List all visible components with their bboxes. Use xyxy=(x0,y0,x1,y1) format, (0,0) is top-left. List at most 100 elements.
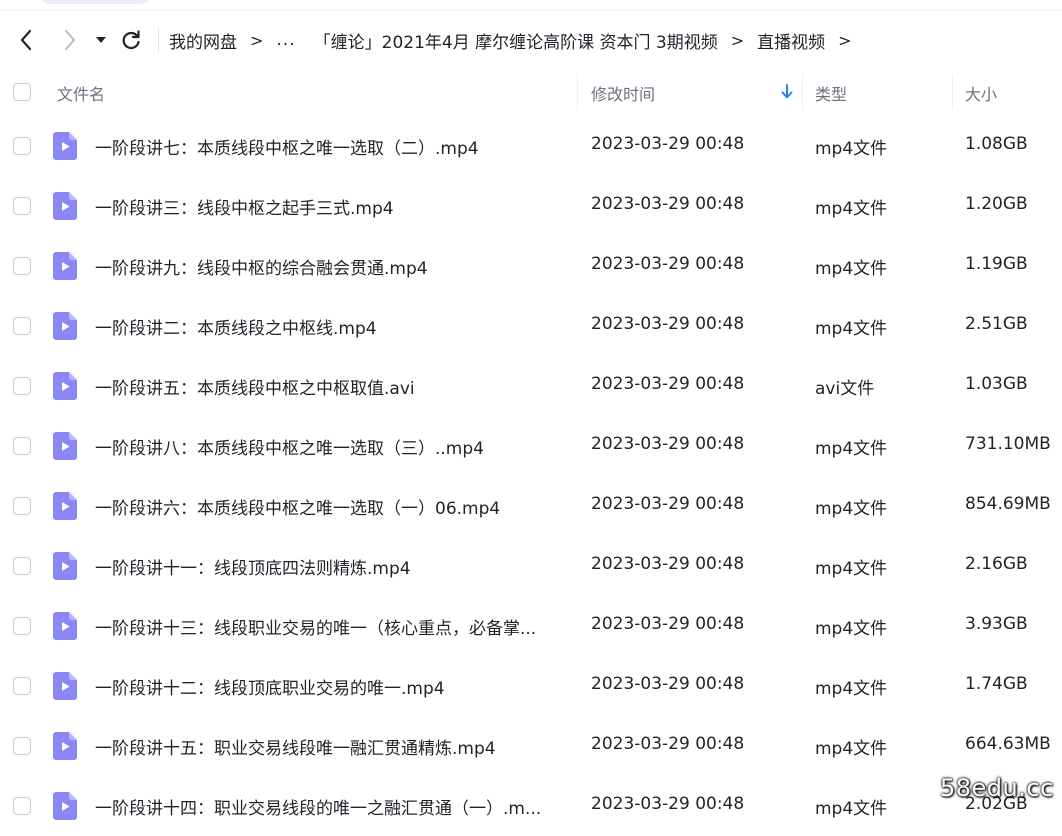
file-type: mp4文件 xyxy=(815,679,888,699)
video-file-icon xyxy=(53,492,77,520)
file-type: mp4文件 xyxy=(815,139,888,159)
watermark: 58edu.cc xyxy=(940,774,1054,802)
video-file-icon xyxy=(53,612,77,640)
file-modified-time: 2023-03-29 00:48 xyxy=(591,494,745,514)
breadcrumb-root[interactable]: 我的网盘 xyxy=(169,28,237,53)
file-name[interactable]: 一阶段讲十三：线段职业交易的唯一（核心重点，必备掌... xyxy=(95,614,565,639)
column-header-modified[interactable]: 修改时间 xyxy=(591,81,655,105)
row-checkbox[interactable] xyxy=(13,257,31,275)
row-checkbox[interactable] xyxy=(13,677,31,695)
tab-remnant xyxy=(40,0,150,4)
column-header-name[interactable]: 文件名 xyxy=(57,81,105,105)
column-header-type[interactable]: 类型 xyxy=(815,81,847,105)
file-name[interactable]: 一阶段讲十五：职业交易线段唯一融汇贯通精炼.mp4 xyxy=(95,734,565,759)
nav-divider xyxy=(158,27,159,53)
breadcrumb: 我的网盘 > ... 「缠论」2021年4月 摩尔缠论高阶课 资本门 3期视频 … xyxy=(169,28,865,53)
file-modified-time: 2023-03-29 00:48 xyxy=(591,254,745,274)
row-checkbox[interactable] xyxy=(13,377,31,395)
row-checkbox[interactable] xyxy=(13,557,31,575)
file-modified-time: 2023-03-29 00:48 xyxy=(591,614,745,634)
file-size: 1.03GB xyxy=(965,374,1028,394)
forward-button[interactable] xyxy=(50,20,90,60)
breadcrumb-current[interactable]: 直播视频 xyxy=(757,28,825,53)
file-size: 731.10MB xyxy=(965,434,1051,454)
row-checkbox[interactable] xyxy=(13,437,31,455)
file-modified-time: 2023-03-29 00:48 xyxy=(591,734,745,754)
file-type: avi文件 xyxy=(815,379,875,399)
file-name[interactable]: 一阶段讲五：本质线段中枢之中枢取值.avi xyxy=(95,374,565,399)
row-checkbox[interactable] xyxy=(13,197,31,215)
video-file-icon xyxy=(53,132,77,160)
file-row[interactable]: 一阶段讲十二：线段顶底职业交易的唯一.mp4 2023-03-29 00:48 mp… xyxy=(0,656,1062,716)
history-dropdown-button[interactable] xyxy=(88,20,114,60)
file-modified-time: 2023-03-29 00:48 xyxy=(591,134,745,154)
file-row[interactable]: 一阶段讲三：线段中枢之起手三式.mp4 2023-03-29 00:48 mp4文件… xyxy=(0,176,1062,236)
file-row[interactable]: 一阶段讲十五：职业交易线段唯一融汇贯通精炼.mp4 2023-03-29 00:4… xyxy=(0,716,1062,776)
video-file-icon xyxy=(53,312,77,340)
column-divider xyxy=(802,74,803,110)
video-file-icon xyxy=(53,552,77,580)
row-checkbox[interactable] xyxy=(13,497,31,515)
breadcrumb-separator: > xyxy=(838,30,852,50)
file-name[interactable]: 一阶段讲八：本质线段中枢之唯一选取（三）..mp4 xyxy=(95,434,565,459)
file-modified-time: 2023-03-29 00:48 xyxy=(591,554,745,574)
file-size: 664.63MB xyxy=(965,734,1051,754)
file-size: 854.69MB xyxy=(965,494,1051,514)
row-checkbox[interactable] xyxy=(13,137,31,155)
select-all-checkbox[interactable] xyxy=(13,83,31,101)
video-file-icon xyxy=(53,432,77,460)
file-row[interactable]: 一阶段讲二：本质线段之中枢线.mp4 2023-03-29 00:48 mp4文件 2… xyxy=(0,296,1062,356)
file-size: 2.51GB xyxy=(965,314,1028,334)
file-type: mp4文件 xyxy=(815,619,888,639)
breadcrumb-ellipsis[interactable]: ... xyxy=(276,30,295,50)
file-type: mp4文件 xyxy=(815,499,888,519)
file-name[interactable]: 一阶段讲九：线段中枢的综合融会贯通.mp4 xyxy=(95,254,565,279)
file-size: 1.08GB xyxy=(965,134,1028,154)
refresh-button[interactable] xyxy=(114,20,148,60)
file-size: 3.93GB xyxy=(965,614,1028,634)
row-checkbox[interactable] xyxy=(13,317,31,335)
file-type: mp4文件 xyxy=(815,559,888,579)
video-file-icon xyxy=(53,792,77,820)
column-divider xyxy=(577,74,578,110)
video-file-icon xyxy=(53,252,77,280)
file-name[interactable]: 一阶段讲六：本质线段中枢之唯一选取（一）06.mp4 xyxy=(95,494,565,519)
file-row[interactable]: 一阶段讲十三：线段职业交易的唯一（核心重点，必备掌... 2023-03-29 0… xyxy=(0,596,1062,656)
column-header-size[interactable]: 大小 xyxy=(965,81,997,105)
file-row[interactable]: 一阶段讲十四：职业交易线段的唯一之融汇贯通（一）.m... 2023-03-29 … xyxy=(0,776,1062,836)
file-name[interactable]: 一阶段讲七：本质线段中枢之唯一选取（二）.mp4 xyxy=(95,134,565,159)
file-row[interactable]: 一阶段讲七：本质线段中枢之唯一选取（二）.mp4 2023-03-29 00:48… xyxy=(0,116,1062,176)
file-type: mp4文件 xyxy=(815,319,888,339)
file-type: mp4文件 xyxy=(815,739,888,759)
file-name[interactable]: 一阶段讲十一：线段顶底四法则精炼.mp4 xyxy=(95,554,565,579)
file-row[interactable]: 一阶段讲五：本质线段中枢之中枢取值.avi 2023-03-29 00:48 avi… xyxy=(0,356,1062,416)
back-button[interactable] xyxy=(6,20,46,60)
file-row[interactable]: 一阶段讲八：本质线段中枢之唯一选取（三）..mp4 2023-03-29 00:4… xyxy=(0,416,1062,476)
video-file-icon xyxy=(53,732,77,760)
column-divider xyxy=(952,74,953,110)
video-file-icon xyxy=(53,372,77,400)
file-row[interactable]: 一阶段讲十一：线段顶底四法则精炼.mp4 2023-03-29 00:48 mp4文… xyxy=(0,536,1062,596)
file-modified-time: 2023-03-29 00:48 xyxy=(591,674,745,694)
file-name[interactable]: 一阶段讲十二：线段顶底职业交易的唯一.mp4 xyxy=(95,674,565,699)
file-size: 1.74GB xyxy=(965,674,1028,694)
file-name[interactable]: 一阶段讲十四：职业交易线段的唯一之融汇贯通（一）.m... xyxy=(95,794,565,819)
video-file-icon xyxy=(53,192,77,220)
breadcrumb-folder[interactable]: 「缠论」2021年4月 摩尔缠论高阶课 资本门 3期视频 xyxy=(314,28,718,53)
file-row[interactable]: 一阶段讲六：本质线段中枢之唯一选取（一）06.mp4 2023-03-29 00:… xyxy=(0,476,1062,536)
file-row[interactable]: 一阶段讲九：线段中枢的综合融会贯通.mp4 2023-03-29 00:48 mp4… xyxy=(0,236,1062,296)
chevron-right-icon xyxy=(65,30,75,50)
file-size: 1.19GB xyxy=(965,254,1028,274)
file-name[interactable]: 一阶段讲三：线段中枢之起手三式.mp4 xyxy=(95,194,565,219)
row-checkbox[interactable] xyxy=(13,617,31,635)
row-checkbox[interactable] xyxy=(13,797,31,815)
file-modified-time: 2023-03-29 00:48 xyxy=(591,374,745,394)
navigation-bar: 我的网盘 > ... 「缠论」2021年4月 摩尔缠论高阶课 资本门 3期视频 … xyxy=(0,18,1062,62)
row-checkbox[interactable] xyxy=(13,737,31,755)
refresh-icon xyxy=(122,30,140,50)
file-modified-time: 2023-03-29 00:48 xyxy=(591,794,745,814)
sort-descending-icon[interactable] xyxy=(780,84,794,100)
file-list: 一阶段讲七：本质线段中枢之唯一选取（二）.mp4 2023-03-29 00:48… xyxy=(0,116,1062,836)
file-size: 1.20GB xyxy=(965,194,1028,214)
file-name[interactable]: 一阶段讲二：本质线段之中枢线.mp4 xyxy=(95,314,565,339)
